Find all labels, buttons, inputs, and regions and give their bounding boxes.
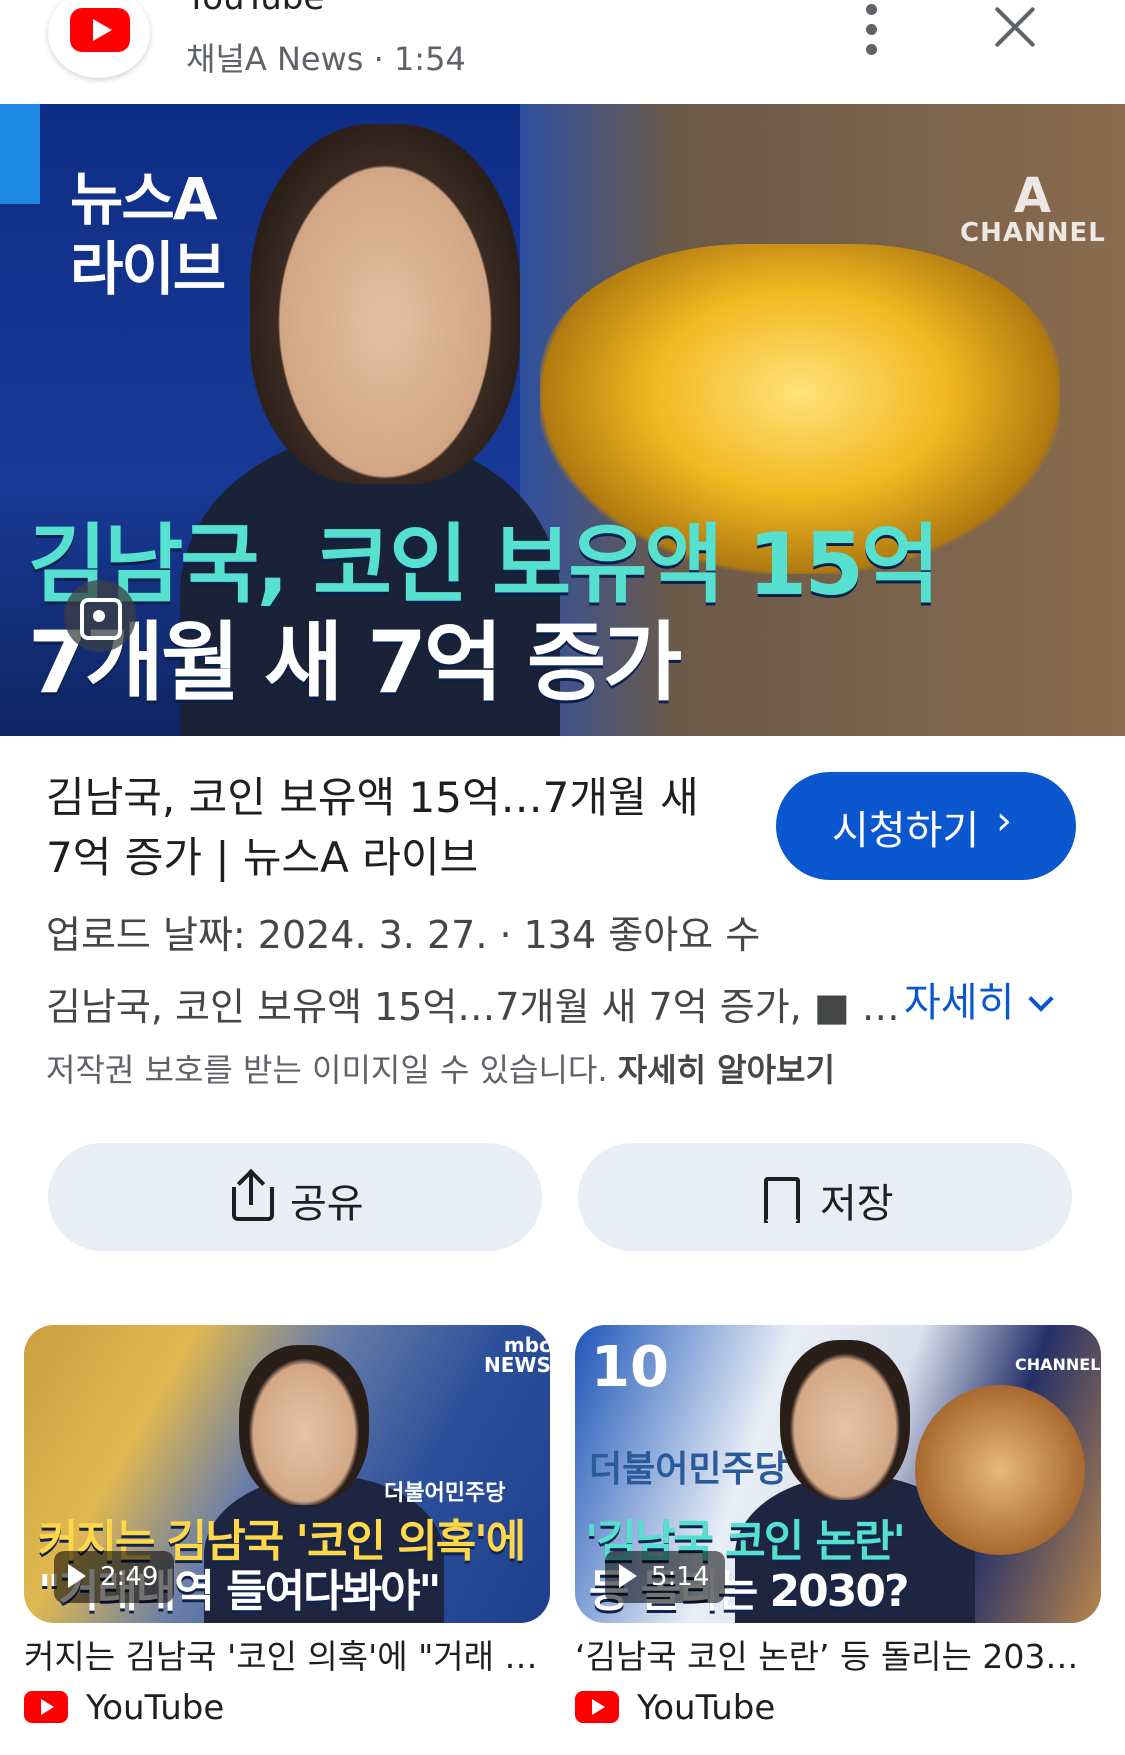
person-face-shape — [239, 1345, 369, 1505]
person-face-shape — [780, 1340, 910, 1500]
related-video-source: YouTube — [575, 1688, 775, 1732]
channel-name: 채널A News — [186, 40, 364, 78]
party-label: 더불어민주당 — [589, 1449, 788, 1490]
bookmark-icon — [764, 1177, 800, 1223]
share-label: 공유 — [290, 1181, 364, 1227]
video-title[interactable]: 김남국, 코인 보유액 15억…7개월 새 7억 증가 | 뉴스A 라이브 — [46, 768, 736, 888]
youtube-logo-icon — [70, 8, 130, 52]
bitcoin-icon — [915, 1385, 1085, 1555]
more-details-label: 자세히 — [904, 980, 1015, 1026]
upload-date-likes: 업로드 날짜: 2024. 3. 27. · 134 좋아요 수 — [46, 913, 761, 957]
main-video-thumbnail[interactable]: 뉴스A 라이브 A CHANNEL 김남국, 코인 보유액 15억 7개월 새 … — [0, 104, 1125, 736]
show-logo-line2: 라이브 — [70, 235, 226, 303]
close-icon[interactable] — [992, 4, 1038, 50]
share-button[interactable]: 공유 — [48, 1143, 542, 1251]
copyright-text: 저작권 보호를 받는 이미지일 수 있습니다. — [46, 1051, 608, 1089]
video-duration: 1:54 — [393, 40, 466, 78]
copyright-notice: 저작권 보호를 받는 이미지일 수 있습니다. 자세히 알아보기 — [46, 1045, 835, 1091]
watch-button-label: 시청하기 — [832, 808, 980, 854]
source-name[interactable]: YouTube — [186, 0, 324, 18]
meta-separator: · — [373, 40, 384, 78]
chevron-down-icon — [1028, 986, 1055, 1012]
show-logo: 뉴스A 라이브 — [70, 164, 226, 304]
mbc-news-logo: mbc NEWS — [484, 1333, 550, 1377]
related-video-title[interactable]: 커지는 김남국 '코인 의혹'에 "거래 … — [24, 1630, 550, 1678]
show-logo-line1: 뉴스A — [70, 165, 218, 233]
chevron-right-icon: › — [996, 798, 1012, 844]
youtube-icon — [24, 1691, 68, 1723]
thumbnail-accent-stripe — [0, 104, 40, 204]
related-video-title[interactable]: ‘김남국 코인 논란’ 등 돌리는 203… — [575, 1630, 1101, 1678]
related-video-thumbnail[interactable]: mbc NEWS 더불어민주당 커지는 김남국 '코인 의혹'에 "거래내역 들여… — [24, 1325, 550, 1623]
channel-a-logo: A CHANNEL — [960, 168, 1106, 248]
top10-logo: 10 — [591, 1335, 669, 1400]
related-video-source: YouTube — [24, 1688, 224, 1732]
party-label: 더불어민주당 — [384, 1481, 506, 1506]
related-video-thumbnail[interactable]: 10 CHANNEL 더불어민주당 '김남국 코인 논란' 등 돌리는 2030… — [575, 1325, 1101, 1623]
save-label: 저장 — [820, 1181, 894, 1227]
result-header: YouTube 채널A News · 1:54 — [0, 0, 1125, 104]
play-icon — [619, 1564, 637, 1588]
youtube-icon — [575, 1691, 619, 1723]
more-details-link[interactable]: 자세히 — [904, 970, 1055, 1028]
more-options-icon[interactable] — [858, 4, 888, 55]
source-meta: 채널A News · 1:54 — [186, 34, 466, 80]
channel-a-logo: CHANNEL — [1015, 1355, 1101, 1374]
video-description: 김남국, 코인 보유액 15억…7개월 새 7억 증가, ■ … — [46, 985, 900, 1029]
play-icon — [68, 1564, 86, 1588]
channel-logo-mark: A — [1013, 168, 1052, 224]
learn-more-link[interactable]: 자세히 알아보기 — [618, 1051, 835, 1089]
save-button[interactable]: 저장 — [578, 1143, 1072, 1251]
share-icon — [232, 1168, 274, 1221]
duration-badge: 2:49 — [54, 1551, 175, 1603]
watch-button[interactable]: 시청하기 › — [776, 772, 1076, 880]
duration-badge: 5:14 — [605, 1551, 726, 1603]
channel-logo-text: CHANNEL — [960, 218, 1106, 248]
person-face-shape — [250, 124, 520, 484]
lens-search-icon[interactable] — [64, 580, 136, 652]
